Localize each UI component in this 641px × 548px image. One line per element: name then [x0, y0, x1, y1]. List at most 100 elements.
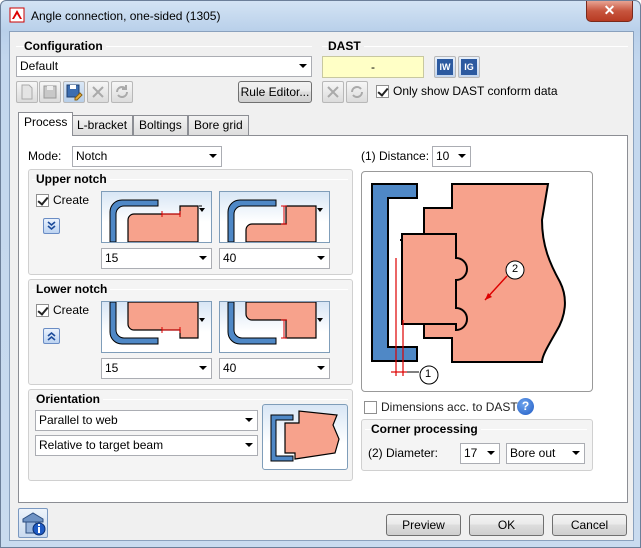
- chevron-down-icon: [245, 418, 253, 422]
- delete-config-button[interactable]: [87, 81, 109, 103]
- angle-connection-diagram-icon: [371, 183, 566, 385]
- lower-notch-value2-select[interactable]: 40: [219, 358, 330, 379]
- dialog-client-area: Configuration Default Rule Editor... DAS…: [9, 31, 634, 541]
- ig-button[interactable]: IG: [458, 56, 480, 78]
- callout-2: 2: [512, 263, 519, 275]
- orientation-select-2[interactable]: Relative to target beam: [35, 435, 258, 456]
- lower-notch-create-label: Create: [53, 303, 90, 317]
- upper-notch-value2-select[interactable]: 40: [219, 248, 330, 269]
- save-as-config-button[interactable]: [63, 81, 85, 103]
- dims-dast-checkbox[interactable]: [364, 401, 377, 414]
- corner-processing-title: Corner processing: [371, 422, 481, 436]
- lower-notch-horizontal-icon: [109, 301, 205, 345]
- orientation-value-1: Parallel to web: [39, 413, 118, 427]
- mode-label: Mode:: [28, 149, 62, 163]
- upper-notch-value1-select[interactable]: 15: [101, 248, 212, 269]
- save-icon: [43, 85, 57, 99]
- upper-notch-vertical-preview[interactable]: [219, 191, 330, 243]
- ig-icon: IG: [461, 59, 477, 75]
- chevron-down-icon: [317, 366, 325, 370]
- corner-processing-group: Corner processing (2) Diameter: 17 Bore …: [361, 419, 593, 471]
- diameter-value: 17: [464, 446, 478, 460]
- dast-delete-button[interactable]: [322, 81, 344, 103]
- window-title: Angle connection, one-sided (1305): [31, 9, 221, 23]
- orientation-select-1[interactable]: Parallel to web: [35, 410, 258, 431]
- tab-bore-grid[interactable]: Bore grid: [188, 115, 249, 136]
- lower-notch-collapse-button[interactable]: [43, 328, 60, 344]
- refresh-icon: [116, 85, 128, 98]
- upper-notch-horizontal-icon: [109, 199, 205, 243]
- app-logo-icon: [9, 7, 25, 23]
- orientation-group: Orientation Parallel to web Relative to …: [28, 389, 353, 481]
- mode-select-value: Notch: [76, 149, 108, 163]
- tab-l-bracket[interactable]: L-bracket: [71, 115, 134, 136]
- chevron-down-icon: [487, 451, 495, 455]
- configuration-title: Configuration: [24, 39, 106, 53]
- upper-notch-expand-button[interactable]: [43, 218, 60, 234]
- only-dast-conform-label: Only show DAST conform data: [393, 84, 558, 98]
- dast-value-field: -: [322, 56, 424, 78]
- lower-notch-vertical-preview[interactable]: [219, 301, 330, 353]
- chevron-down-icon: [199, 256, 207, 260]
- distance-value: 10: [436, 149, 450, 163]
- delete-icon: [92, 86, 104, 98]
- chevron-down-icon: [458, 154, 466, 158]
- upper-notch-create-checkbox[interactable]: [36, 194, 49, 207]
- lower-notch-create-checkbox[interactable]: [36, 304, 49, 317]
- dialog-window: Angle connection, one-sided (1305) ✕ Con…: [0, 0, 641, 548]
- title-bar[interactable]: Angle connection, one-sided (1305) ✕: [1, 1, 640, 31]
- iw-button[interactable]: IW: [434, 56, 456, 78]
- new-document-icon: [21, 84, 33, 100]
- close-button[interactable]: ✕: [586, 1, 633, 22]
- orientation-preview: [262, 404, 348, 470]
- upper-notch-value1: 15: [105, 251, 119, 265]
- configuration-select[interactable]: Default: [16, 56, 312, 77]
- chevron-down-icon: [209, 154, 217, 158]
- process-panel: Mode: Notch Upper notch Create 15 40 Low…: [18, 135, 628, 503]
- lower-notch-horizontal-preview[interactable]: [101, 301, 212, 353]
- orientation-title: Orientation: [36, 392, 104, 406]
- callout-1: 1: [425, 368, 432, 380]
- distance-label: (1) Distance:: [361, 149, 430, 163]
- upper-notch-horizontal-preview[interactable]: [101, 191, 212, 243]
- dast-divider: [322, 46, 628, 47]
- corner-type-select[interactable]: Bore out: [506, 443, 585, 464]
- preview-button[interactable]: Preview: [386, 514, 461, 536]
- connection-drawing: 1 2: [361, 171, 593, 392]
- rule-editor-button[interactable]: Rule Editor...: [238, 81, 312, 103]
- ok-button[interactable]: OK: [469, 514, 544, 536]
- tab-boltings[interactable]: Boltings: [133, 115, 188, 136]
- dast-title: DAST: [328, 39, 364, 53]
- lower-notch-value2: 40: [223, 361, 237, 375]
- upper-notch-title: Upper notch: [36, 172, 110, 186]
- upper-notch-value2: 40: [223, 251, 237, 265]
- cancel-button[interactable]: Cancel: [552, 514, 627, 536]
- upper-notch-create-label: Create: [53, 193, 90, 207]
- distance-select[interactable]: 10: [432, 146, 471, 167]
- refresh-config-button[interactable]: [111, 81, 133, 103]
- chevron-down-icon: [245, 443, 253, 447]
- orientation-value-2: Relative to target beam: [39, 438, 164, 452]
- lower-notch-title: Lower notch: [36, 282, 111, 296]
- mode-select[interactable]: Notch: [72, 146, 222, 167]
- new-config-button[interactable]: [16, 81, 38, 103]
- orientation-preview-icon: [270, 410, 340, 462]
- refresh-icon: [351, 86, 363, 98]
- diameter-select[interactable]: 17: [460, 443, 500, 464]
- save-config-button[interactable]: [39, 81, 61, 103]
- chevron-down-icon: [572, 451, 580, 455]
- save-as-icon: [66, 84, 83, 101]
- configuration-select-value: Default: [20, 59, 59, 73]
- upper-notch-vertical-icon: [227, 199, 323, 243]
- lower-notch-vertical-icon: [227, 301, 323, 345]
- only-dast-conform-checkbox[interactable]: [376, 85, 389, 98]
- double-chevron-down-icon: [47, 221, 56, 231]
- dast-refresh-button[interactable]: [346, 81, 368, 103]
- tab-process[interactable]: Process: [18, 112, 74, 136]
- iw-icon: IW: [437, 59, 453, 75]
- info-button[interactable]: [18, 508, 48, 538]
- lower-notch-value1-select[interactable]: 15: [101, 358, 212, 379]
- double-chevron-up-icon: [47, 331, 56, 341]
- help-icon[interactable]: ?: [517, 398, 534, 415]
- dims-dast-label: Dimensions acc. to DAST: [381, 400, 518, 414]
